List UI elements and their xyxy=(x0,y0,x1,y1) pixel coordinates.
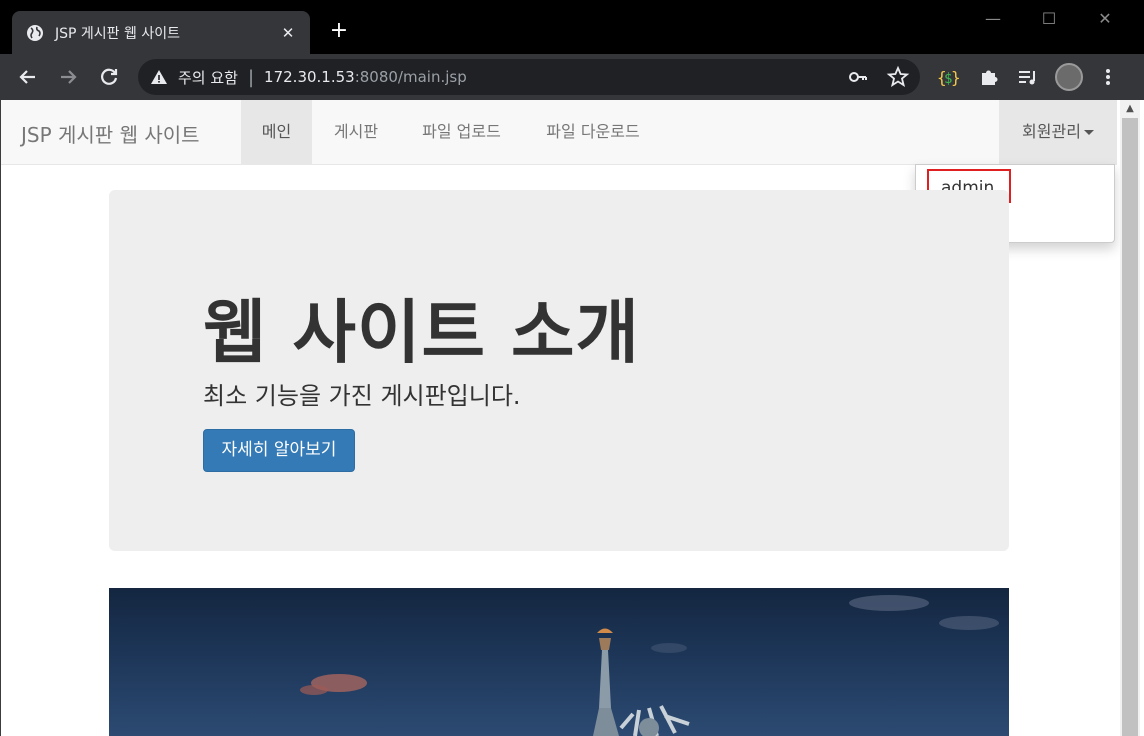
browser-tab[interactable]: JSP 게시판 웹 사이트 ✕ xyxy=(12,11,310,54)
page-viewport: JSP 게시판 웹 사이트 메인 게시판 파일 업로드 파일 다운로드 회원관리… xyxy=(0,100,1144,736)
url-host: 172.30.1.53 xyxy=(264,68,355,86)
hero-image xyxy=(109,588,1009,736)
warning-icon[interactable] xyxy=(150,68,168,86)
maximize-button[interactable]: ☐ xyxy=(1026,6,1072,32)
vertical-scrollbar[interactable]: ▲ xyxy=(1120,100,1140,736)
tab-title: JSP 게시판 웹 사이트 xyxy=(55,25,180,42)
jumbotron-title: 웹 사이트 소개 xyxy=(203,293,640,373)
tab-strip: JSP 게시판 웹 사이트 ✕ + — ☐ ✕ xyxy=(0,0,1144,54)
jumbotron: 웹 사이트 소개 최소 기능을 가진 게시판입니다. 자세히 알아보기 xyxy=(109,190,1009,551)
media-queue-icon[interactable] xyxy=(1014,63,1042,91)
window-close-button[interactable]: ✕ xyxy=(1082,6,1128,32)
key-icon[interactable] xyxy=(844,63,872,91)
svg-text:}: } xyxy=(951,68,961,87)
minimize-button[interactable]: — xyxy=(970,6,1016,32)
jumbotron-subtitle: 최소 기능을 가진 게시판입니다. xyxy=(203,382,521,410)
star-icon[interactable] xyxy=(884,63,912,91)
scroll-thumb[interactable] xyxy=(1122,118,1138,736)
address-bar[interactable]: 주의 요함 | 172.30.1.53:8080/main.jsp xyxy=(138,59,920,95)
statue-of-liberty-image xyxy=(300,595,999,736)
browser-toolbar: 주의 요함 | 172.30.1.53:8080/main.jsp {$} xyxy=(0,54,1144,100)
reload-icon[interactable] xyxy=(95,63,123,91)
site-navbar: JSP 게시판 웹 사이트 메인 게시판 파일 업로드 파일 다운로드 회원관리 xyxy=(1,100,1117,165)
site-brand[interactable]: JSP 게시판 웹 사이트 xyxy=(21,119,200,148)
learn-more-button[interactable]: 자세히 알아보기 xyxy=(203,429,355,472)
url-separator: | xyxy=(247,66,255,88)
puzzle-icon[interactable] xyxy=(975,63,1003,91)
globe-icon xyxy=(27,24,43,41)
scroll-up-arrow-icon[interactable]: ▲ xyxy=(1120,100,1140,118)
forward-icon[interactable] xyxy=(54,63,82,91)
tab-close-icon[interactable]: ✕ xyxy=(278,24,298,42)
member-menu-toggle[interactable]: 회원관리 xyxy=(999,100,1117,164)
new-tab-button[interactable]: + xyxy=(326,18,352,44)
menu-dots-icon[interactable] xyxy=(1094,63,1122,91)
caret-down-icon xyxy=(1083,130,1094,135)
security-label[interactable]: 주의 요함 xyxy=(178,67,238,88)
member-menu-label: 회원관리 xyxy=(1022,122,1081,141)
nav-board[interactable]: 게시판 xyxy=(312,100,400,164)
nav-main[interactable]: 메인 xyxy=(241,100,312,164)
profile-avatar-icon[interactable] xyxy=(1055,63,1083,91)
url-path: :8080/main.jsp xyxy=(354,68,467,86)
back-icon[interactable] xyxy=(14,63,42,91)
nav-file-download[interactable]: 파일 다운로드 xyxy=(523,100,663,164)
nav-file-upload[interactable]: 파일 업로드 xyxy=(400,100,523,164)
extension-braces-icon[interactable]: {$} xyxy=(934,63,962,91)
